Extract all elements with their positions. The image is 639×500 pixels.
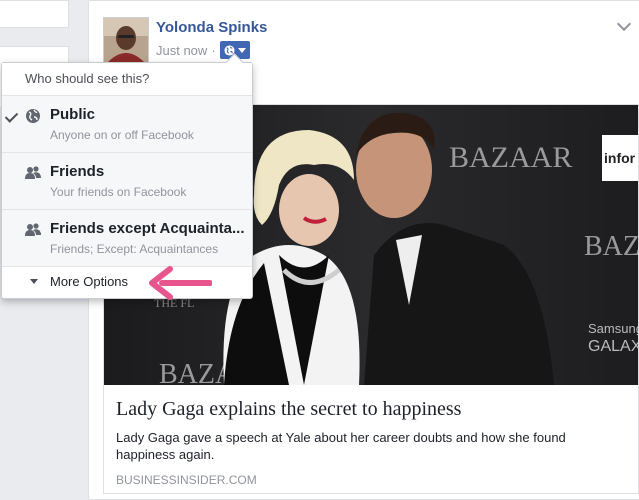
- photo-bazaar-text: BAZA: [584, 231, 638, 262]
- post-timestamp[interactable]: Just now: [156, 43, 207, 58]
- privacy-option-friends-except[interactable]: Friends except Acquainta... Friends; Exc…: [2, 210, 252, 267]
- option-description: Friends; Except: Acquaintances: [50, 242, 219, 256]
- photo-samsung-text: Samsung: [588, 321, 638, 336]
- photo-galaxy-text: GALAX: [588, 338, 638, 355]
- option-description: Your friends on Facebook: [50, 185, 187, 199]
- more-options-label: More Options: [50, 274, 129, 289]
- post-author[interactable]: Yolonda Spinks: [156, 19, 267, 36]
- option-label: Public: [50, 106, 96, 123]
- privacy-dropdown-menu: Who should see this? Public Anyone on or…: [1, 53, 253, 299]
- globe-icon: [26, 109, 40, 123]
- privacy-option-friends[interactable]: Friends Your friends on Facebook: [2, 153, 252, 210]
- link-preview-text: Lady Gaga explains the secret to happine…: [116, 397, 626, 487]
- link-description: Lady Gaga gave a speech at Yale about he…: [116, 430, 566, 462]
- option-label: Friends: [50, 163, 105, 180]
- caret-down-icon: [30, 279, 38, 284]
- dropdown-header: Who should see this?: [2, 63, 252, 96]
- privacy-option-public[interactable]: Public Anyone on or off Facebook: [2, 96, 252, 153]
- link-title[interactable]: Lady Gaga explains the secret to happine…: [116, 397, 626, 421]
- friends-icon: [25, 166, 41, 179]
- avatar[interactable]: [103, 17, 149, 63]
- caret-down-icon: [237, 47, 246, 53]
- post-options-chevron-icon[interactable]: [616, 16, 632, 32]
- photo-bazaar-text: BAZAAR: [449, 141, 572, 174]
- pink-arrow-annotation-icon: [149, 266, 212, 300]
- link-domain: BUSINESSINSIDER.COM: [116, 473, 257, 487]
- photo-info-text: infor: [604, 150, 636, 166]
- checkmark-icon: [4, 109, 19, 123]
- friends-except-icon: [25, 223, 41, 236]
- meta-separator: ·: [211, 42, 216, 58]
- more-options-button[interactable]: More Options: [2, 267, 252, 297]
- option-label: Friends except Acquainta...: [50, 220, 245, 237]
- left-column-card: [0, 0, 69, 28]
- option-description: Anyone on or off Facebook: [50, 128, 194, 142]
